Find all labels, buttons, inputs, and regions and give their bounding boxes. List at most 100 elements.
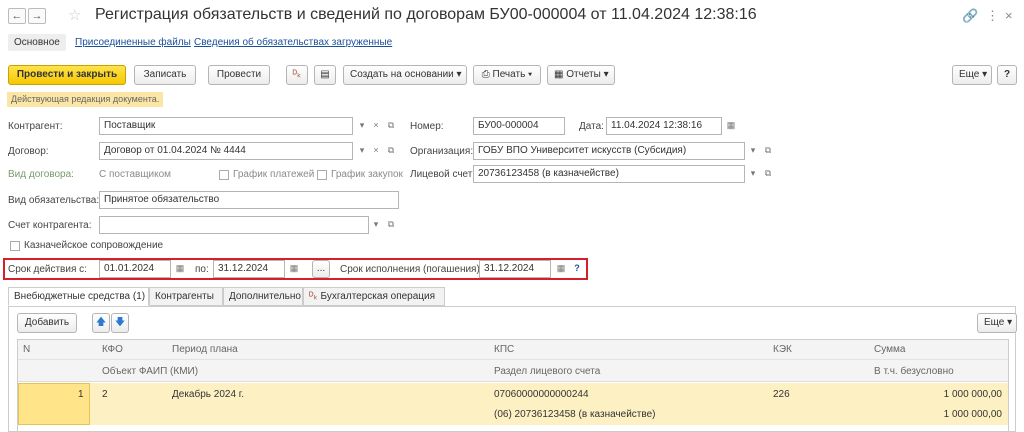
execution-date-field[interactable]: 31.12.2024 xyxy=(479,260,551,278)
dt-kt-icon[interactable]: ᴰₖ xyxy=(286,65,308,85)
cell-sum: 1 000 000,00 xyxy=(943,389,1002,400)
link-icon[interactable]: 🔗 xyxy=(962,8,978,24)
validity-from-label: Срок действия с: xyxy=(8,264,87,275)
counterparty-account-field[interactable] xyxy=(99,216,369,234)
close-icon[interactable]: × xyxy=(1005,8,1013,23)
header-kps[interactable]: КПС xyxy=(494,344,514,355)
calendar-icon[interactable]: ▦ xyxy=(173,260,187,278)
open-icon[interactable]: ⧉ xyxy=(761,142,775,160)
dropdown-icon[interactable]: ▾ xyxy=(355,117,369,135)
move-down-icon[interactable]: 🡇 xyxy=(111,313,129,333)
header-period[interactable]: Период плана xyxy=(172,344,238,355)
date-label: Дата: xyxy=(579,121,604,132)
cell-kek: 226 xyxy=(773,389,790,400)
dropdown-icon[interactable]: ▾ xyxy=(369,216,383,234)
title-bar: ← → ☆ Регистрация обязательств и сведени… xyxy=(0,0,1024,32)
clear-icon[interactable]: × xyxy=(369,117,383,135)
add-row-button[interactable]: Добавить xyxy=(17,313,77,333)
back-icon[interactable]: ← xyxy=(8,8,26,24)
validity-to-field[interactable]: 31.12.2024 xyxy=(213,260,285,278)
contract-type-value: С поставщиком xyxy=(99,169,172,180)
tab-main[interactable]: Основное xyxy=(8,34,66,51)
save-button[interactable]: Записать xyxy=(134,65,196,85)
help-button[interactable]: ? xyxy=(997,65,1017,85)
treasury-support-checkbox[interactable] xyxy=(10,241,20,251)
counterparty-field[interactable]: Поставщик xyxy=(99,117,353,135)
purchase-schedule-label: График закупок xyxy=(331,169,403,180)
post-and-close-button[interactable]: Провести и закрыть xyxy=(8,65,126,85)
tab-counterparties[interactable]: Контрагенты xyxy=(149,287,223,306)
form-tabs: Основное Присоединенные файлы Сведения о… xyxy=(0,34,1024,56)
document-list-icon[interactable]: ▤ xyxy=(314,65,336,85)
star-icon[interactable]: ☆ xyxy=(68,6,81,24)
contract-type-label: Вид договора: xyxy=(8,169,74,180)
obligations-table: N КФО Период плана КПС КЭК Сумма Объект … xyxy=(17,339,1009,432)
validity-from-field[interactable]: 01.01.2024 xyxy=(99,260,171,278)
printer-icon: ⎙ xyxy=(481,69,493,80)
obligation-type-field[interactable]: Принятое обязательство xyxy=(99,191,399,209)
table-row[interactable]: 1 2 Декабрь 2024 г. 07060000000000244 22… xyxy=(18,383,1008,425)
header-section[interactable]: Раздел лицевого счета xyxy=(494,366,600,377)
dt-kt-icon: ᴰₖ xyxy=(309,291,321,302)
open-icon[interactable]: ⧉ xyxy=(761,165,775,183)
dropdown-icon[interactable]: ▾ xyxy=(746,142,760,160)
command-bar: Провести и закрыть Записать Провести ᴰₖ … xyxy=(0,63,1024,87)
personal-account-field[interactable]: 20736123458 (в казначействе) xyxy=(473,165,745,183)
cell-n: 1 xyxy=(78,389,84,400)
cell-section: (06) 20736123458 (в казначействе) xyxy=(494,409,656,420)
header-faip[interactable]: Объект ФАИП (КМИ) xyxy=(102,366,198,377)
post-button[interactable]: Провести xyxy=(208,65,270,85)
table-more-button[interactable]: Еще ▾ xyxy=(977,313,1017,333)
header-kek[interactable]: КЭК xyxy=(773,344,792,355)
treasury-support-label: Казначейское сопровождение xyxy=(24,240,164,251)
print-button[interactable]: ⎙ Печать ▾ xyxy=(473,65,541,85)
document-status-notice: Действующая редакция документа. xyxy=(7,92,164,107)
counterparty-account-label: Счет контрагента: xyxy=(8,220,92,231)
header-n[interactable]: N xyxy=(23,344,30,355)
personal-account-label: Лицевой счет: xyxy=(410,169,476,180)
dropdown-icon[interactable]: ▾ xyxy=(746,165,760,183)
calendar-icon[interactable]: ▦ xyxy=(554,260,568,278)
open-icon[interactable]: ⧉ xyxy=(384,142,398,160)
calendar-icon[interactable]: ▦ xyxy=(724,117,738,135)
tab-extrabudget[interactable]: Внебюджетные средства (1) xyxy=(8,287,149,306)
organization-label: Организация: xyxy=(410,146,474,157)
contract-label: Договор: xyxy=(8,146,49,157)
payment-schedule-checkbox[interactable] xyxy=(219,170,229,180)
tab-attached-files[interactable]: Присоединенные файлы xyxy=(75,37,191,48)
header-sum[interactable]: Сумма xyxy=(874,344,905,355)
counterparty-label: Контрагент: xyxy=(8,121,63,132)
number-label: Номер: xyxy=(410,121,444,132)
document-title: Регистрация обязательств и сведений по д… xyxy=(95,6,757,23)
execution-date-label: Срок исполнения (погашения): xyxy=(340,264,483,275)
create-based-on-button[interactable]: Создать на основании ▾ xyxy=(343,65,467,85)
header-kfo[interactable]: КФО xyxy=(102,344,123,355)
header-incl[interactable]: В т.ч. безусловно xyxy=(874,366,954,377)
number-field[interactable]: БУ00-000004 xyxy=(473,117,565,135)
move-up-icon[interactable]: 🡅 xyxy=(92,313,110,333)
reports-button[interactable]: ▦ Отчеты ▾ xyxy=(547,65,615,85)
tab-loaded-obligations[interactable]: Сведения об обязательствах загруженные xyxy=(194,37,392,48)
open-icon[interactable]: ⧉ xyxy=(384,117,398,135)
organization-field[interactable]: ГОБУ ВПО Университет искусств (Субсидия) xyxy=(473,142,745,160)
cell-period: Декабрь 2024 г. xyxy=(172,389,244,400)
cell-incl: 1 000 000,00 xyxy=(943,409,1002,420)
obligation-type-label: Вид обязательства: xyxy=(8,195,100,206)
purchase-schedule-checkbox[interactable] xyxy=(317,170,327,180)
more-button[interactable]: Еще ▾ xyxy=(952,65,992,85)
tab-accounting-operation[interactable]: ᴰₖ Бухгалтерская операция xyxy=(303,287,445,306)
dropdown-icon[interactable]: ▾ xyxy=(355,142,369,160)
calendar-icon[interactable]: ▦ xyxy=(287,260,301,278)
forward-icon[interactable]: → xyxy=(28,8,46,24)
open-icon[interactable]: ⧉ xyxy=(384,216,398,234)
tab-additional[interactable]: Дополнительно xyxy=(223,287,303,306)
report-icon: ▦ xyxy=(554,69,567,80)
more-icon[interactable]: ⋮ xyxy=(986,8,999,24)
period-select-button[interactable]: ... xyxy=(312,260,330,278)
date-field[interactable]: 11.04.2024 12:38:16 xyxy=(606,117,722,135)
validity-to-label: по: xyxy=(195,264,209,275)
contract-field[interactable]: Договор от 01.04.2024 № 4444 xyxy=(99,142,353,160)
clear-icon[interactable]: × xyxy=(369,142,383,160)
payment-schedule-label: График платежей xyxy=(233,169,315,180)
help-icon[interactable]: ? xyxy=(570,260,584,278)
